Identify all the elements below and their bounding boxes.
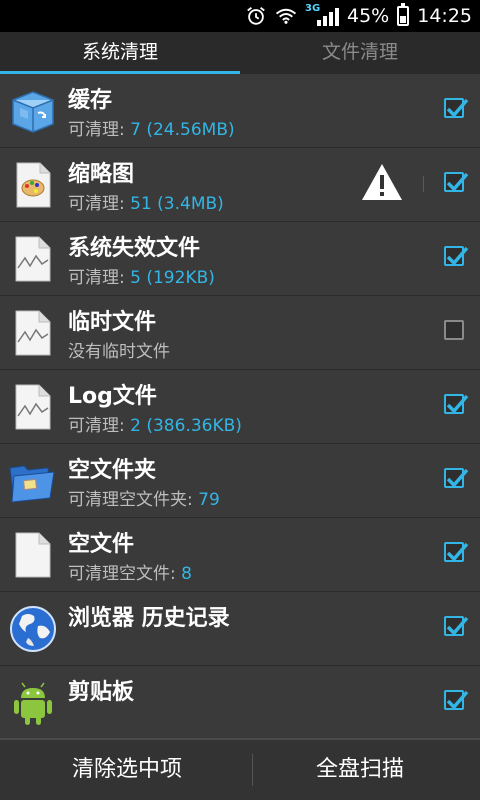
palette-file-icon bbox=[8, 160, 58, 210]
item-title: 缓存 bbox=[68, 88, 113, 113]
list-item[interactable]: 空文件 可清理空文件: 8 bbox=[0, 518, 480, 592]
clock-time: 14:25 bbox=[417, 5, 472, 27]
item-subtitle-label: 没有临时文件 bbox=[68, 342, 170, 362]
status-bar: 3G 45% 14:25 bbox=[0, 0, 480, 32]
alarm-clock-icon bbox=[247, 7, 265, 25]
item-checkbox[interactable] bbox=[444, 172, 469, 192]
item-subtitle-label: 可清理空文件: bbox=[68, 564, 182, 584]
item-title: 浏览器 历史记录 bbox=[68, 606, 230, 631]
item-title: 系统失效文件 bbox=[68, 236, 201, 261]
item-subtitle: 可清理空文件: 8 bbox=[68, 559, 192, 584]
item-title: 临时文件 bbox=[68, 310, 157, 335]
item-checkbox[interactable] bbox=[444, 616, 469, 636]
item-subtitle-value: 7 (24.56MB) bbox=[130, 120, 235, 140]
item-checkbox[interactable] bbox=[444, 320, 464, 340]
item-subtitle: 可清理: 5 (192KB) bbox=[68, 263, 215, 288]
list-item[interactable]: 剪贴板 bbox=[0, 666, 480, 738]
blank-file-icon bbox=[8, 530, 58, 580]
item-title: 空文件夹 bbox=[68, 458, 157, 483]
item-subtitle-label: 可清理: bbox=[68, 268, 131, 288]
tab-file-clean[interactable]: 文件清理 bbox=[240, 32, 480, 74]
list-item[interactable]: Log文件 可清理: 2 (386.36KB) bbox=[0, 370, 480, 444]
broken-file-icon bbox=[8, 234, 58, 284]
item-subtitle: 可清理: 2 (386.36KB) bbox=[68, 411, 242, 436]
item-subtitle: 可清理: 51 (3.4MB) bbox=[68, 189, 224, 214]
item-subtitle: 没有临时文件 bbox=[68, 337, 170, 362]
warning-icon[interactable] bbox=[360, 162, 404, 202]
list-item[interactable]: 空文件夹 可清理空文件夹: 79 bbox=[0, 444, 480, 518]
item-subtitle-label: 可清理: bbox=[68, 416, 131, 436]
item-subtitle-value: 51 (3.4MB) bbox=[130, 194, 224, 214]
item-subtitle: 可清理空文件夹: 79 bbox=[68, 485, 220, 510]
item-subtitle-value: 8 bbox=[181, 564, 192, 584]
clear-selected-button[interactable]: 清除选中项 bbox=[14, 740, 240, 800]
wifi-icon bbox=[275, 8, 297, 24]
item-separator bbox=[423, 176, 424, 192]
item-title: 缩略图 bbox=[68, 162, 135, 187]
item-checkbox[interactable] bbox=[444, 468, 469, 488]
signal-bars-icon: 3G bbox=[305, 3, 339, 27]
item-checkbox[interactable] bbox=[444, 246, 469, 266]
list-item[interactable]: 系统失效文件 可清理: 5 (192KB) bbox=[0, 222, 480, 296]
item-checkbox[interactable] bbox=[444, 394, 469, 414]
globe-icon bbox=[8, 604, 58, 654]
item-subtitle-value: 5 (192KB) bbox=[130, 268, 215, 288]
item-subtitle: 可清理: 7 (24.56MB) bbox=[68, 115, 235, 140]
item-checkbox[interactable] bbox=[444, 690, 469, 710]
item-subtitle-value: 2 (386.36KB) bbox=[130, 416, 242, 436]
folder-icon bbox=[8, 456, 58, 506]
item-subtitle-value: 79 bbox=[198, 490, 220, 510]
item-title: 剪贴板 bbox=[68, 680, 135, 705]
item-subtitle-label: 可清理: bbox=[68, 194, 131, 214]
full-scan-button[interactable]: 全盘扫描 bbox=[240, 740, 480, 800]
list-item[interactable]: 浏览器 历史记录 bbox=[0, 592, 480, 666]
list-item[interactable]: 缓存 可清理: 7 (24.56MB) bbox=[0, 74, 480, 148]
broken-file-icon bbox=[8, 382, 58, 432]
tab-bar: 系统清理 文件清理 bbox=[0, 32, 480, 75]
battery-percent: 45% bbox=[347, 5, 390, 27]
clean-item-list[interactable]: 缓存 可清理: 7 (24.56MB) 缩略图 可清理: 51 (3.4MB) 系统失效… bbox=[0, 74, 480, 738]
list-item[interactable]: 临时文件没有临时文件 bbox=[0, 296, 480, 370]
list-item[interactable]: 缩略图 可清理: 51 (3.4MB) bbox=[0, 148, 480, 222]
android-icon bbox=[8, 678, 58, 728]
item-checkbox[interactable] bbox=[444, 98, 469, 118]
item-checkbox[interactable] bbox=[444, 542, 469, 562]
item-title: Log文件 bbox=[68, 384, 157, 409]
item-title: 空文件 bbox=[68, 532, 135, 557]
battery-icon bbox=[397, 3, 410, 26]
item-subtitle-label: 可清理空文件夹: bbox=[68, 490, 199, 510]
item-subtitle-label: 可清理: bbox=[68, 120, 131, 140]
cache-box-icon bbox=[8, 86, 58, 136]
bottom-action-bar: 清除选中项 全盘扫描 bbox=[0, 738, 480, 800]
tab-system-clean[interactable]: 系统清理 bbox=[0, 32, 240, 74]
broken-file-icon bbox=[8, 308, 58, 358]
